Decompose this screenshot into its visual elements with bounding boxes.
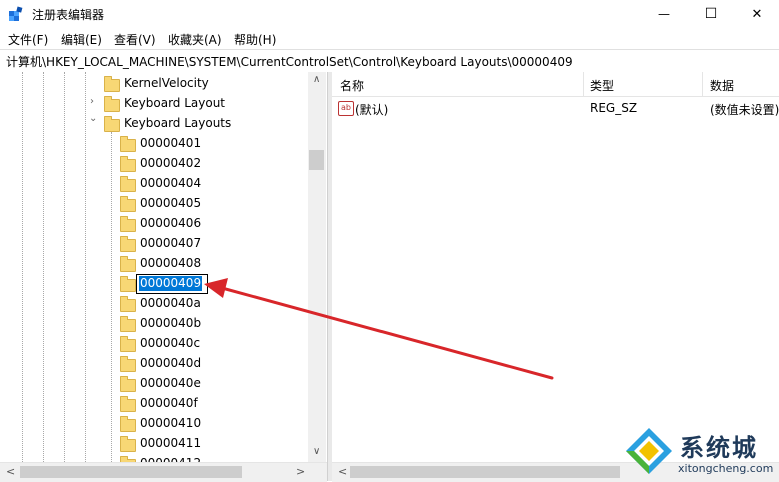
arrow-shaft: [220, 286, 554, 380]
annotation-arrow: [204, 278, 554, 380]
watermark: 系统城 xitongcheng.com: [622, 424, 779, 481]
arrow-head: [204, 278, 228, 298]
watermark-logo-icon: [626, 428, 672, 474]
watermark-title: 系统城: [680, 434, 758, 462]
watermark-url: xitongcheng.com: [678, 462, 774, 475]
